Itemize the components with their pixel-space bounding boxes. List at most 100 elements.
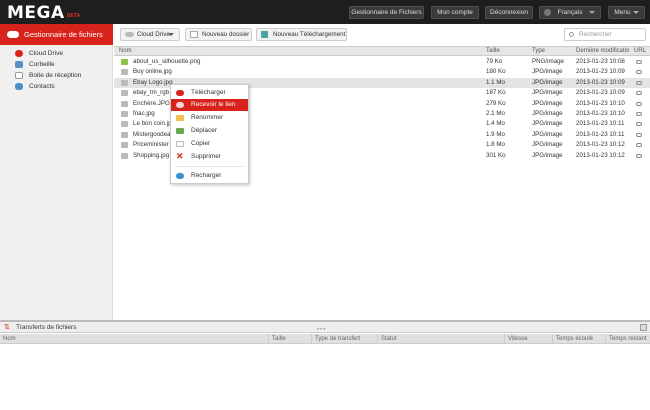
menu-item-rename[interactable]: Renommer xyxy=(171,112,248,124)
file-size: 180 Ko xyxy=(486,68,506,76)
link-icon[interactable] xyxy=(636,70,642,75)
file-size: 1.4 Mo xyxy=(486,120,505,128)
sidebar-header[interactable]: Gestionnaire de fichiers xyxy=(0,24,113,45)
file-name: Buy online.jpg xyxy=(133,68,172,76)
new-download-button[interactable]: Nouveau Téléchargement xyxy=(256,28,347,41)
link-icon[interactable] xyxy=(636,91,642,96)
file-type: JPG/image xyxy=(532,120,563,128)
new-folder-button[interactable]: Nouveau dossier xyxy=(185,28,252,41)
file-date: 2013-01-23 10:12 xyxy=(576,151,625,159)
tr-col-type[interactable]: Type de transfert xyxy=(311,334,360,344)
search-icon xyxy=(569,32,574,37)
transfers-header[interactable]: ⇅ Transferts de fichiers ••• xyxy=(0,322,650,333)
menu-item-delete[interactable]: ✕ Supprimer xyxy=(171,151,248,163)
link-icon[interactable] xyxy=(636,80,642,85)
image-file-icon xyxy=(121,121,128,128)
col-modified[interactable]: Dernière modificatio xyxy=(576,47,629,56)
menu-divider xyxy=(175,166,244,167)
file-date: 2013-01-23 10:09 xyxy=(576,78,625,86)
col-url[interactable]: URL xyxy=(634,47,646,56)
link-icon[interactable] xyxy=(636,153,642,158)
table-row[interactable]: Buy online.jpg 180 Ko JPG/image 2013-01-… xyxy=(114,67,650,77)
image-file-icon xyxy=(121,111,128,117)
file-date: 2013-01-23 10:09 xyxy=(576,68,625,76)
col-type[interactable]: Type xyxy=(532,47,545,56)
transfers-title: Transferts de fichiers xyxy=(16,324,77,331)
image-file-icon xyxy=(121,59,128,65)
menu-item-get-link[interactable]: Recevoir le lien xyxy=(171,99,248,111)
image-file-icon xyxy=(121,69,128,76)
link-icon[interactable] xyxy=(636,101,642,106)
file-type: JPG/image xyxy=(532,130,563,138)
file-size: 1.8 Mo xyxy=(486,141,505,149)
image-file-icon xyxy=(121,142,128,149)
file-name: ebay_tm_rgb xyxy=(133,89,170,97)
cloud-drive-dropdown[interactable]: Cloud Drive xyxy=(120,28,180,41)
top-bar: MEGA BETA Gestionnaire de Fichiers Mon c… xyxy=(0,0,650,24)
menu-item-copy[interactable]: Copier xyxy=(171,138,248,150)
transfers-columns: Nom Taille Type de transfert Statut Vite… xyxy=(0,334,650,344)
link-icon[interactable] xyxy=(636,143,642,148)
tr-col-elapsed[interactable]: Temps écoulé xyxy=(552,334,593,344)
upload-icon xyxy=(261,31,268,38)
file-type: JPG/image xyxy=(532,151,563,159)
link-icon[interactable] xyxy=(636,60,642,64)
sidebar-header-label: Gestionnaire de fichiers xyxy=(24,30,103,39)
language-select[interactable]: Français xyxy=(539,6,601,19)
chevron-down-icon xyxy=(168,33,174,36)
file-size: 279 Ko xyxy=(486,99,506,107)
file-name: Enchère.JPG xyxy=(133,99,170,107)
cloud-icon xyxy=(7,31,19,38)
link-icon[interactable] xyxy=(636,122,642,127)
link-icon[interactable] xyxy=(636,132,642,137)
collapse-icon[interactable] xyxy=(640,324,647,331)
transfer-arrows-icon: ⇅ xyxy=(4,324,10,331)
account-button[interactable]: Mon compte xyxy=(431,6,479,19)
copy-icon xyxy=(176,141,184,147)
file-date: 2013-01-23 10:08 xyxy=(576,58,625,65)
file-manager-button[interactable]: Gestionnaire de Fichiers xyxy=(349,6,424,19)
file-date: 2013-01-23 10:11 xyxy=(576,120,625,128)
image-file-icon xyxy=(121,79,128,86)
tr-col-name[interactable]: Nom xyxy=(0,334,16,344)
mega-logo[interactable]: MEGA xyxy=(7,3,65,23)
beta-badge: BETA xyxy=(67,13,81,19)
toolbar: Cloud Drive Nouveau dossier Nouveau Télé… xyxy=(114,24,650,45)
tr-col-status[interactable]: Statut xyxy=(377,334,397,344)
file-name: Priceminister xyxy=(133,141,169,149)
menu-item-move[interactable]: Déplacer xyxy=(171,125,248,137)
logout-button[interactable]: Déconnexion xyxy=(485,6,533,19)
file-table-header: Nom Taille Type Dernière modificatio URL xyxy=(114,46,650,56)
context-menu: Télécharger Recevoir le lien Renommer Dé… xyxy=(170,84,249,184)
link-icon xyxy=(176,102,184,108)
menu-button[interactable]: Menu xyxy=(608,6,645,19)
file-type: PNG/image xyxy=(532,58,564,65)
menu-item-reload[interactable]: Recharger xyxy=(171,170,248,182)
tr-col-size[interactable]: Taille xyxy=(268,334,286,344)
image-file-icon xyxy=(121,131,128,138)
file-type: JPG/image xyxy=(532,89,563,97)
tr-col-speed[interactable]: Vitesse xyxy=(504,334,528,344)
file-size: 301 Ko xyxy=(486,151,506,159)
search-input[interactable]: Rechercher xyxy=(564,28,646,41)
file-type: JPG/image xyxy=(532,141,563,149)
file-size: 1.1 Mo xyxy=(486,78,505,86)
chevron-down-icon xyxy=(633,11,639,14)
tr-col-remaining[interactable]: Temps restant xyxy=(605,334,647,344)
menu-item-download[interactable]: Télécharger xyxy=(171,87,248,99)
image-file-icon xyxy=(121,100,128,107)
globe-icon xyxy=(544,9,551,16)
trash-icon xyxy=(15,61,23,68)
move-arrow-icon xyxy=(176,128,184,134)
cloud-icon xyxy=(15,50,23,57)
file-size: 187 Ko xyxy=(486,89,506,97)
table-row[interactable]: about_us_silhouette.png 79 Ko PNG/image … xyxy=(114,57,650,67)
file-size: 2.1 Mo xyxy=(486,110,505,117)
col-size[interactable]: Taille xyxy=(486,47,500,56)
sidebar: Gestionnaire de fichiers Cloud Drive Cor… xyxy=(0,24,113,320)
transfers-panel: ⇅ Transferts de fichiers ••• Nom Taille … xyxy=(0,320,650,410)
file-date: 2013-01-23 10:12 xyxy=(576,141,625,149)
link-icon[interactable] xyxy=(636,112,642,116)
col-name[interactable]: Nom xyxy=(119,47,132,56)
rename-folder-icon xyxy=(176,115,184,121)
